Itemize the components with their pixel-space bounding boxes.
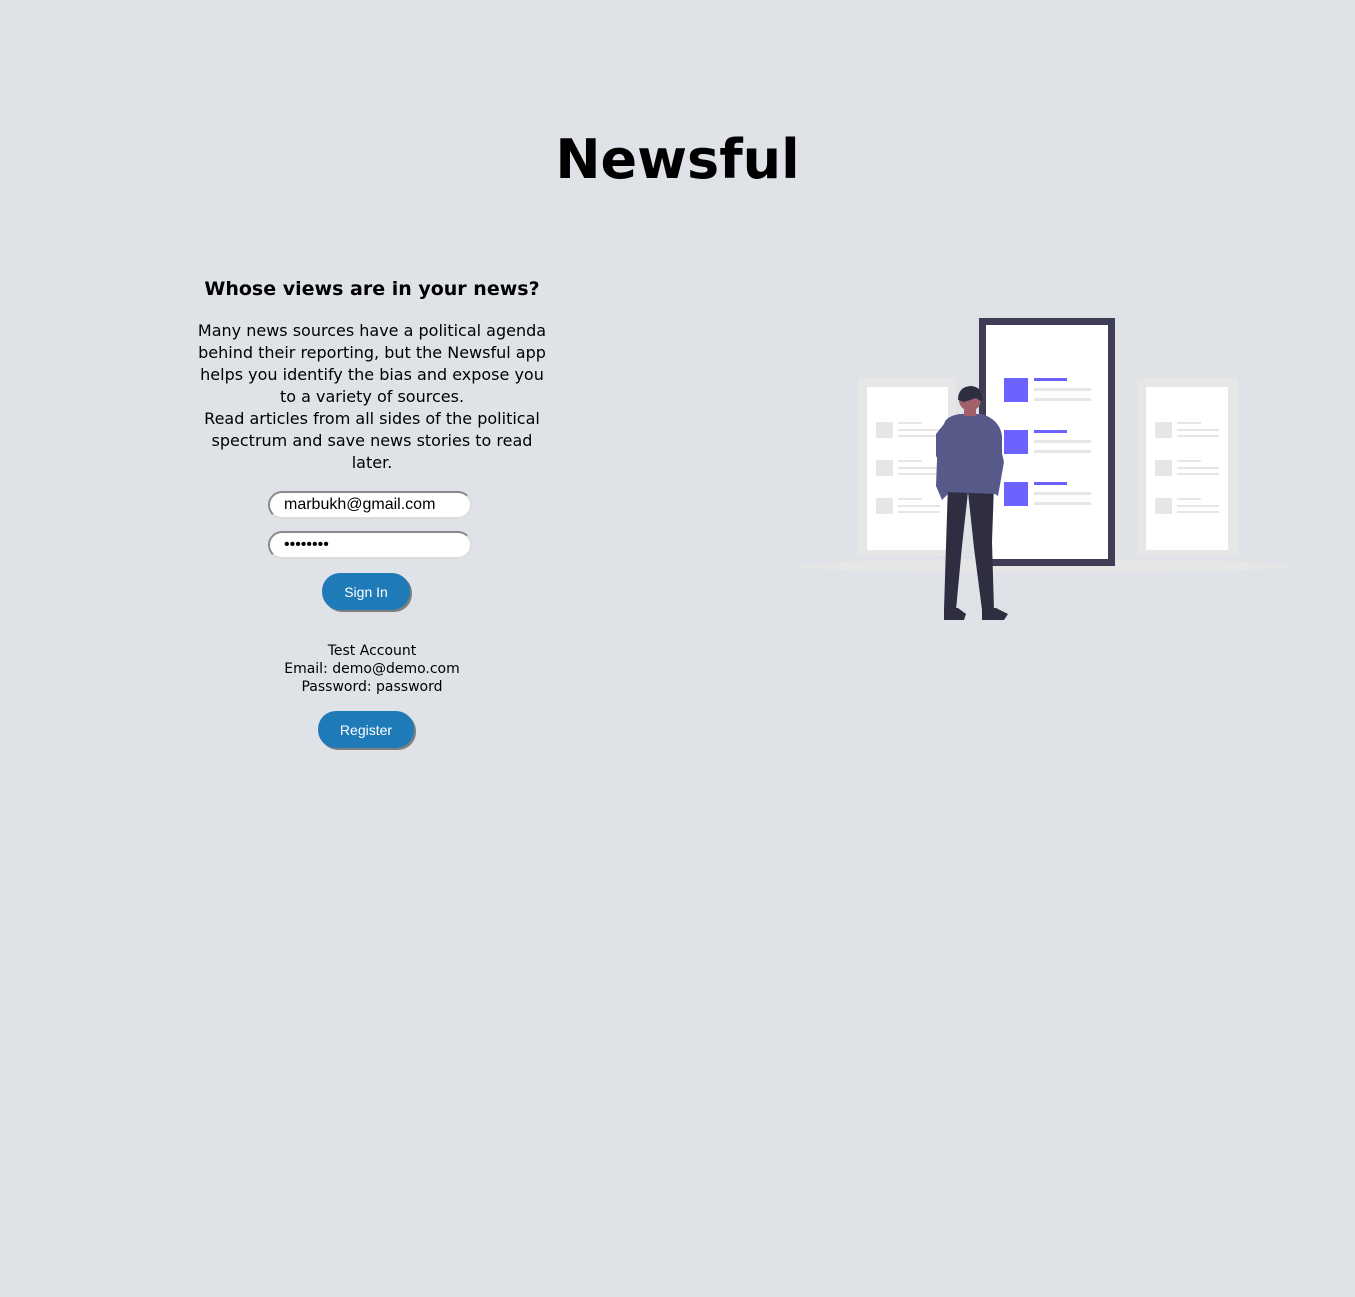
news-reader-illustration bbox=[798, 318, 1290, 620]
app-title: Newsful bbox=[555, 128, 800, 191]
register-button[interactable]: Register bbox=[318, 711, 414, 748]
password-field[interactable] bbox=[268, 531, 472, 559]
test-account-password: Password: password bbox=[301, 679, 443, 695]
intro-paragraph-1: Many news sources have a political agend… bbox=[197, 321, 547, 406]
test-account-info: Test Account Email: demo@demo.com Passwo… bbox=[192, 642, 552, 696]
sign-in-button[interactable]: Sign In bbox=[322, 573, 410, 610]
test-account-email: Email: demo@demo.com bbox=[284, 661, 460, 677]
email-field[interactable] bbox=[268, 491, 472, 519]
test-account-title: Test Account bbox=[327, 643, 417, 659]
intro-panel: Whose views are in your news? Many news … bbox=[192, 276, 552, 748]
right-article-panel bbox=[1137, 378, 1238, 556]
intro-paragraph-2: Read articles from all sides of the poli… bbox=[204, 409, 540, 472]
intro-headline: Whose views are in your news? bbox=[204, 278, 540, 300]
login-form: Sign In bbox=[192, 491, 552, 610]
